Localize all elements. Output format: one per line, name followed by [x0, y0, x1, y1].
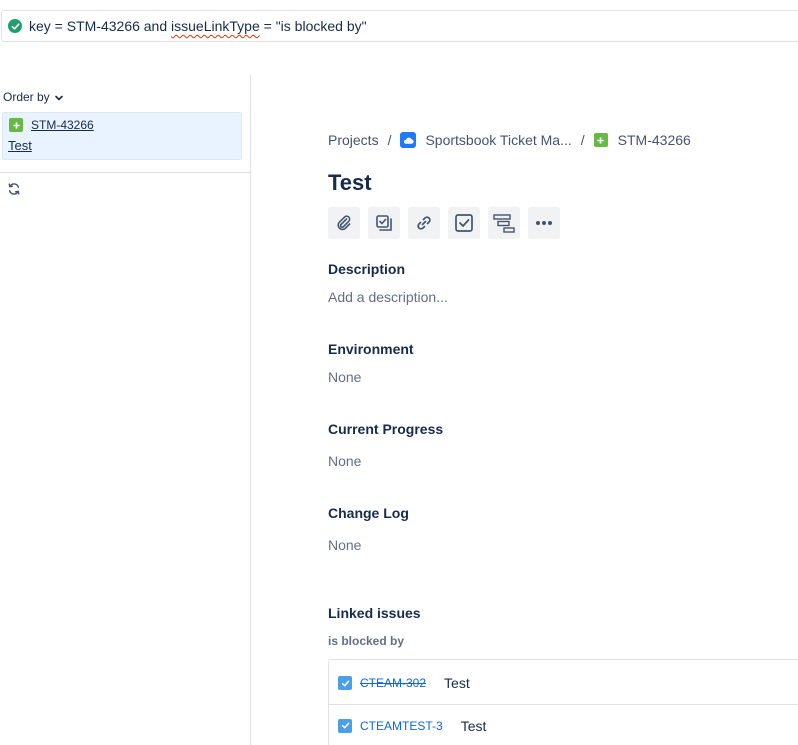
- add-checklist-button[interactable]: [448, 207, 480, 239]
- change-log-heading: Change Log: [328, 505, 409, 521]
- linked-issue-row[interactable]: CTEAMTEST-3 Test: [329, 704, 798, 745]
- create-subtask-button[interactable]: [368, 207, 400, 239]
- current-progress-heading: Current Progress: [328, 421, 444, 437]
- result-issue-key[interactable]: STM-43266: [31, 118, 94, 132]
- project-cloud-icon: [400, 132, 417, 148]
- panel-divider[interactable]: [250, 75, 251, 745]
- refresh-icon[interactable]: [7, 182, 21, 196]
- paperclip-icon: [337, 215, 351, 231]
- link-type-label: is blocked by: [328, 634, 405, 648]
- linked-issues-heading: Linked issues: [328, 605, 421, 621]
- task-checkbox-icon: [338, 718, 352, 733]
- breadcrumb-separator: /: [580, 132, 585, 148]
- attach-button[interactable]: [328, 207, 360, 239]
- jql-query-text[interactable]: key = STM-43266 and issueLinkType = "is …: [29, 18, 367, 34]
- linked-issues-list: CTEAM-302 Test CTEAMTEST-3 Test: [328, 659, 798, 745]
- chevron-down-icon: [54, 95, 63, 101]
- linked-issue-row[interactable]: CTEAM-302 Test: [329, 662, 798, 704]
- checkbox-icon: [455, 214, 473, 232]
- change-log-value[interactable]: None: [328, 537, 361, 553]
- story-icon: [9, 118, 23, 132]
- environment-heading: Environment: [328, 341, 414, 357]
- issue-action-toolbar: [328, 207, 560, 239]
- description-placeholder[interactable]: Add a description...: [328, 289, 448, 305]
- linked-issue-summary[interactable]: Test: [444, 675, 470, 691]
- link-icon: [417, 216, 431, 230]
- breadcrumb: Projects / Sportsbook Ticket Ma... / STM…: [328, 132, 691, 148]
- valid-query-check-icon: [8, 19, 22, 33]
- roadmap-icon: [493, 214, 515, 233]
- current-progress-value[interactable]: None: [328, 453, 361, 469]
- linked-issue-key[interactable]: CTEAMTEST-3: [360, 719, 443, 733]
- environment-value[interactable]: None: [328, 369, 361, 385]
- order-by-label: Order by: [3, 90, 50, 104]
- search-result-item[interactable]: STM-43266 Test: [2, 112, 242, 160]
- more-icon: [536, 221, 552, 225]
- order-by-button[interactable]: Order by: [3, 90, 64, 104]
- story-icon: [593, 133, 608, 147]
- divider: [0, 172, 250, 173]
- description-heading: Description: [328, 261, 406, 277]
- more-actions-button[interactable]: [528, 207, 560, 239]
- linked-issue-summary[interactable]: Test: [461, 718, 487, 734]
- jql-flagged-token: issueLinkType: [171, 18, 260, 34]
- linked-issue-key[interactable]: CTEAM-302: [360, 676, 426, 690]
- breadcrumb-project-link[interactable]: Sportsbook Ticket Ma...: [425, 132, 571, 148]
- subtask-icon: [376, 215, 392, 231]
- jql-search-bar[interactable]: key = STM-43266 and issueLinkType = "is …: [1, 10, 798, 42]
- issue-title[interactable]: Test: [328, 170, 372, 196]
- breadcrumb-separator: /: [387, 132, 392, 148]
- roadmap-button[interactable]: [488, 207, 520, 239]
- link-issue-button[interactable]: [408, 207, 440, 239]
- result-issue-summary[interactable]: Test: [8, 138, 32, 153]
- breadcrumb-projects-link[interactable]: Projects: [328, 132, 379, 148]
- task-checkbox-icon: [338, 676, 352, 690]
- breadcrumb-issue-key-link[interactable]: STM-43266: [618, 132, 691, 148]
